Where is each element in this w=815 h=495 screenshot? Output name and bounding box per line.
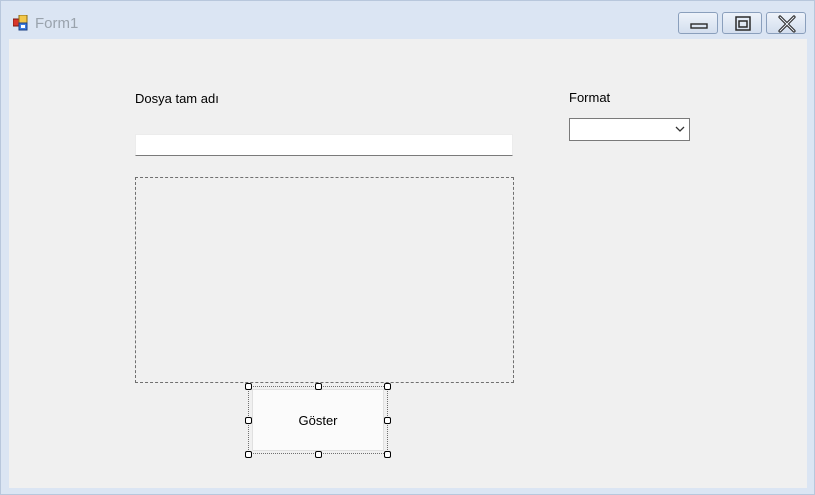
resize-handle-top-left[interactable] (245, 383, 252, 390)
resize-handle-left[interactable] (245, 417, 252, 424)
designer-window: Form1 Dosya tam adı Format Göster (0, 0, 815, 495)
resize-handle-bottom-left[interactable] (245, 451, 252, 458)
resize-handle-top[interactable] (315, 383, 322, 390)
resize-handle-right[interactable] (384, 417, 391, 424)
resize-handle-bottom[interactable] (315, 451, 322, 458)
minimize-icon (690, 23, 708, 29)
chevron-down-icon (675, 126, 685, 132)
maximize-button[interactable] (722, 12, 762, 34)
close-icon (778, 15, 796, 33)
show-button[interactable]: Göster (252, 389, 384, 451)
form-client-area: Dosya tam adı Format Göster (9, 39, 807, 488)
minimize-button[interactable] (678, 12, 718, 34)
form-app-icon (13, 15, 28, 31)
picture-panel[interactable] (135, 177, 514, 383)
format-combobox[interactable] (569, 118, 690, 141)
show-button-label: Göster (298, 412, 338, 428)
maximize-icon (735, 16, 751, 31)
resize-handle-bottom-right[interactable] (384, 451, 391, 458)
resize-handle-top-right[interactable] (384, 383, 391, 390)
filename-label: Dosya tam adı (135, 91, 219, 106)
filename-textbox[interactable] (135, 134, 513, 156)
window-title: Form1 (35, 15, 79, 32)
title-bar[interactable]: Form1 (1, 1, 814, 39)
format-label: Format (569, 90, 611, 105)
close-button[interactable] (766, 12, 806, 34)
